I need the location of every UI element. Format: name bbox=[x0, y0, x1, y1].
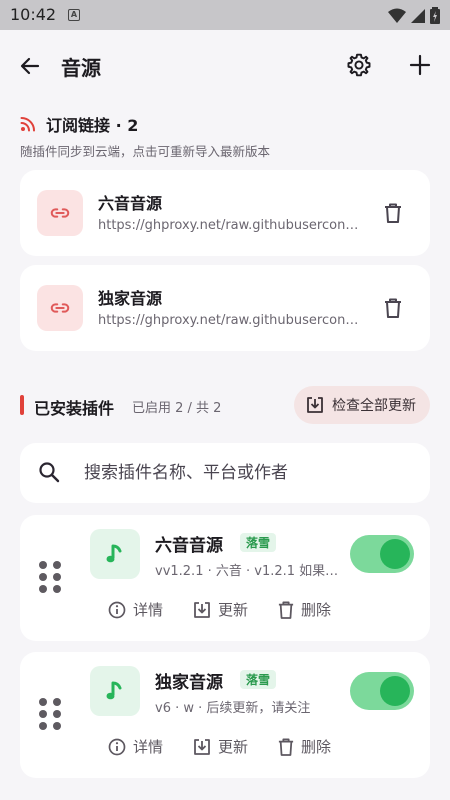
subscription-url: https://ghproxy.net/raw.githubuserconten… bbox=[98, 218, 360, 233]
plugin-name: 独家音源 bbox=[155, 673, 223, 693]
delete-subscription-button[interactable] bbox=[380, 200, 406, 226]
download-icon bbox=[307, 397, 323, 413]
search-box bbox=[20, 443, 430, 503]
info-icon bbox=[108, 601, 126, 618]
link-icon bbox=[50, 208, 70, 218]
subscription-url: https://ghproxy.net/raw.githubuserconten… bbox=[98, 313, 360, 328]
delete-button[interactable]: 删除 bbox=[278, 736, 331, 757]
check-all-updates-button[interactable]: 检查全部更新 bbox=[294, 386, 430, 424]
settings-button[interactable] bbox=[343, 49, 375, 81]
back-button[interactable] bbox=[14, 50, 46, 82]
subscription-card[interactable]: 六音音源 https://ghproxy.net/raw.githubuserc… bbox=[20, 170, 430, 256]
signal-icon bbox=[411, 8, 425, 23]
rss-icon bbox=[20, 117, 35, 132]
plugin-tag: 落雪 bbox=[240, 670, 277, 689]
installed-count: 已启用 2 / 共 2 bbox=[132, 401, 222, 416]
update-label: 更新 bbox=[218, 601, 249, 619]
download-icon bbox=[194, 738, 210, 755]
add-button[interactable] bbox=[404, 49, 436, 81]
update-button[interactable]: 更新 bbox=[193, 599, 248, 620]
trash-icon bbox=[385, 203, 401, 223]
details-label: 详情 bbox=[133, 738, 164, 756]
battery-icon bbox=[430, 7, 440, 24]
delete-subscription-button[interactable] bbox=[380, 295, 406, 321]
update-button[interactable]: 更新 bbox=[193, 736, 248, 757]
plugin-enable-toggle[interactable] bbox=[350, 535, 414, 573]
subscription-title: 订阅链接 · 2 bbox=[46, 116, 139, 135]
plugin-icon-box bbox=[90, 529, 140, 579]
plugin-name: 六音音源 bbox=[155, 536, 223, 556]
section-indicator bbox=[20, 395, 24, 415]
arrow-left-icon bbox=[20, 57, 40, 75]
subscription-name: 六音音源 bbox=[98, 194, 163, 213]
plugin-actions: 详情 更新 删除 bbox=[108, 599, 331, 620]
gear-icon bbox=[347, 53, 371, 77]
status-bar: 10:42 A bbox=[0, 0, 450, 30]
status-time: 10:42 bbox=[10, 5, 57, 24]
plugin-description: v6 · w · 后续更新，请关注 bbox=[155, 701, 311, 716]
search-icon bbox=[39, 462, 60, 483]
plugin-enable-toggle[interactable] bbox=[350, 672, 414, 710]
link-icon-box bbox=[37, 285, 83, 331]
trash-icon bbox=[385, 298, 401, 318]
top-app-bar: 音源 bbox=[0, 30, 450, 100]
plus-icon bbox=[409, 54, 431, 76]
download-icon bbox=[194, 601, 210, 618]
link-icon-box bbox=[37, 190, 83, 236]
details-button[interactable]: 详情 bbox=[108, 599, 163, 620]
wifi-icon bbox=[388, 8, 406, 23]
search-input[interactable] bbox=[84, 457, 414, 489]
page-title: 音源 bbox=[61, 56, 101, 80]
update-label: 更新 bbox=[218, 738, 249, 756]
subscription-header: 订阅链接 · 2 bbox=[20, 112, 138, 136]
toggle-knob bbox=[380, 539, 410, 569]
plugin-description: vv1.2.1 · 六音 · v1.2.1 如果有问题 bbox=[155, 564, 343, 579]
music-note-icon bbox=[106, 544, 122, 563]
music-note-icon bbox=[106, 681, 122, 700]
plugin-actions: 详情 更新 删除 bbox=[108, 736, 331, 757]
subscription-description: 随插件同步到云端，点击可重新导入最新版本 bbox=[20, 144, 271, 159]
link-icon bbox=[50, 303, 70, 313]
info-icon bbox=[108, 738, 126, 755]
plugin-card[interactable]: 六音音源 落雪 vv1.2.1 · 六音 · v1.2.1 如果有问题 详情 更… bbox=[20, 515, 430, 641]
plugin-card[interactable]: 独家音源 落雪 v6 · w · 后续更新，请关注 详情 更新 删除 bbox=[20, 652, 430, 778]
delete-label: 删除 bbox=[301, 601, 332, 619]
delete-button[interactable]: 删除 bbox=[278, 599, 331, 620]
plugin-icon-box bbox=[90, 666, 140, 716]
drag-handle[interactable] bbox=[39, 561, 61, 593]
toggle-knob bbox=[380, 676, 410, 706]
check-all-updates-label: 检查全部更新 bbox=[332, 398, 416, 414]
delete-label: 删除 bbox=[301, 738, 332, 756]
trash-icon bbox=[278, 601, 294, 619]
plugin-tag: 落雪 bbox=[240, 533, 277, 552]
details-label: 详情 bbox=[133, 601, 164, 619]
notification-icon: A bbox=[68, 9, 80, 21]
installed-header: 已安装插件 已启用 2 / 共 2 检查全部更新 bbox=[20, 386, 430, 426]
drag-handle[interactable] bbox=[39, 698, 61, 730]
installed-title: 已安装插件 bbox=[34, 399, 115, 418]
subscription-card[interactable]: 独家音源 https://ghproxy.net/raw.githubuserc… bbox=[20, 265, 430, 351]
status-icons bbox=[388, 7, 440, 24]
trash-icon bbox=[278, 738, 294, 756]
details-button[interactable]: 详情 bbox=[108, 736, 163, 757]
subscription-name: 独家音源 bbox=[98, 289, 163, 308]
